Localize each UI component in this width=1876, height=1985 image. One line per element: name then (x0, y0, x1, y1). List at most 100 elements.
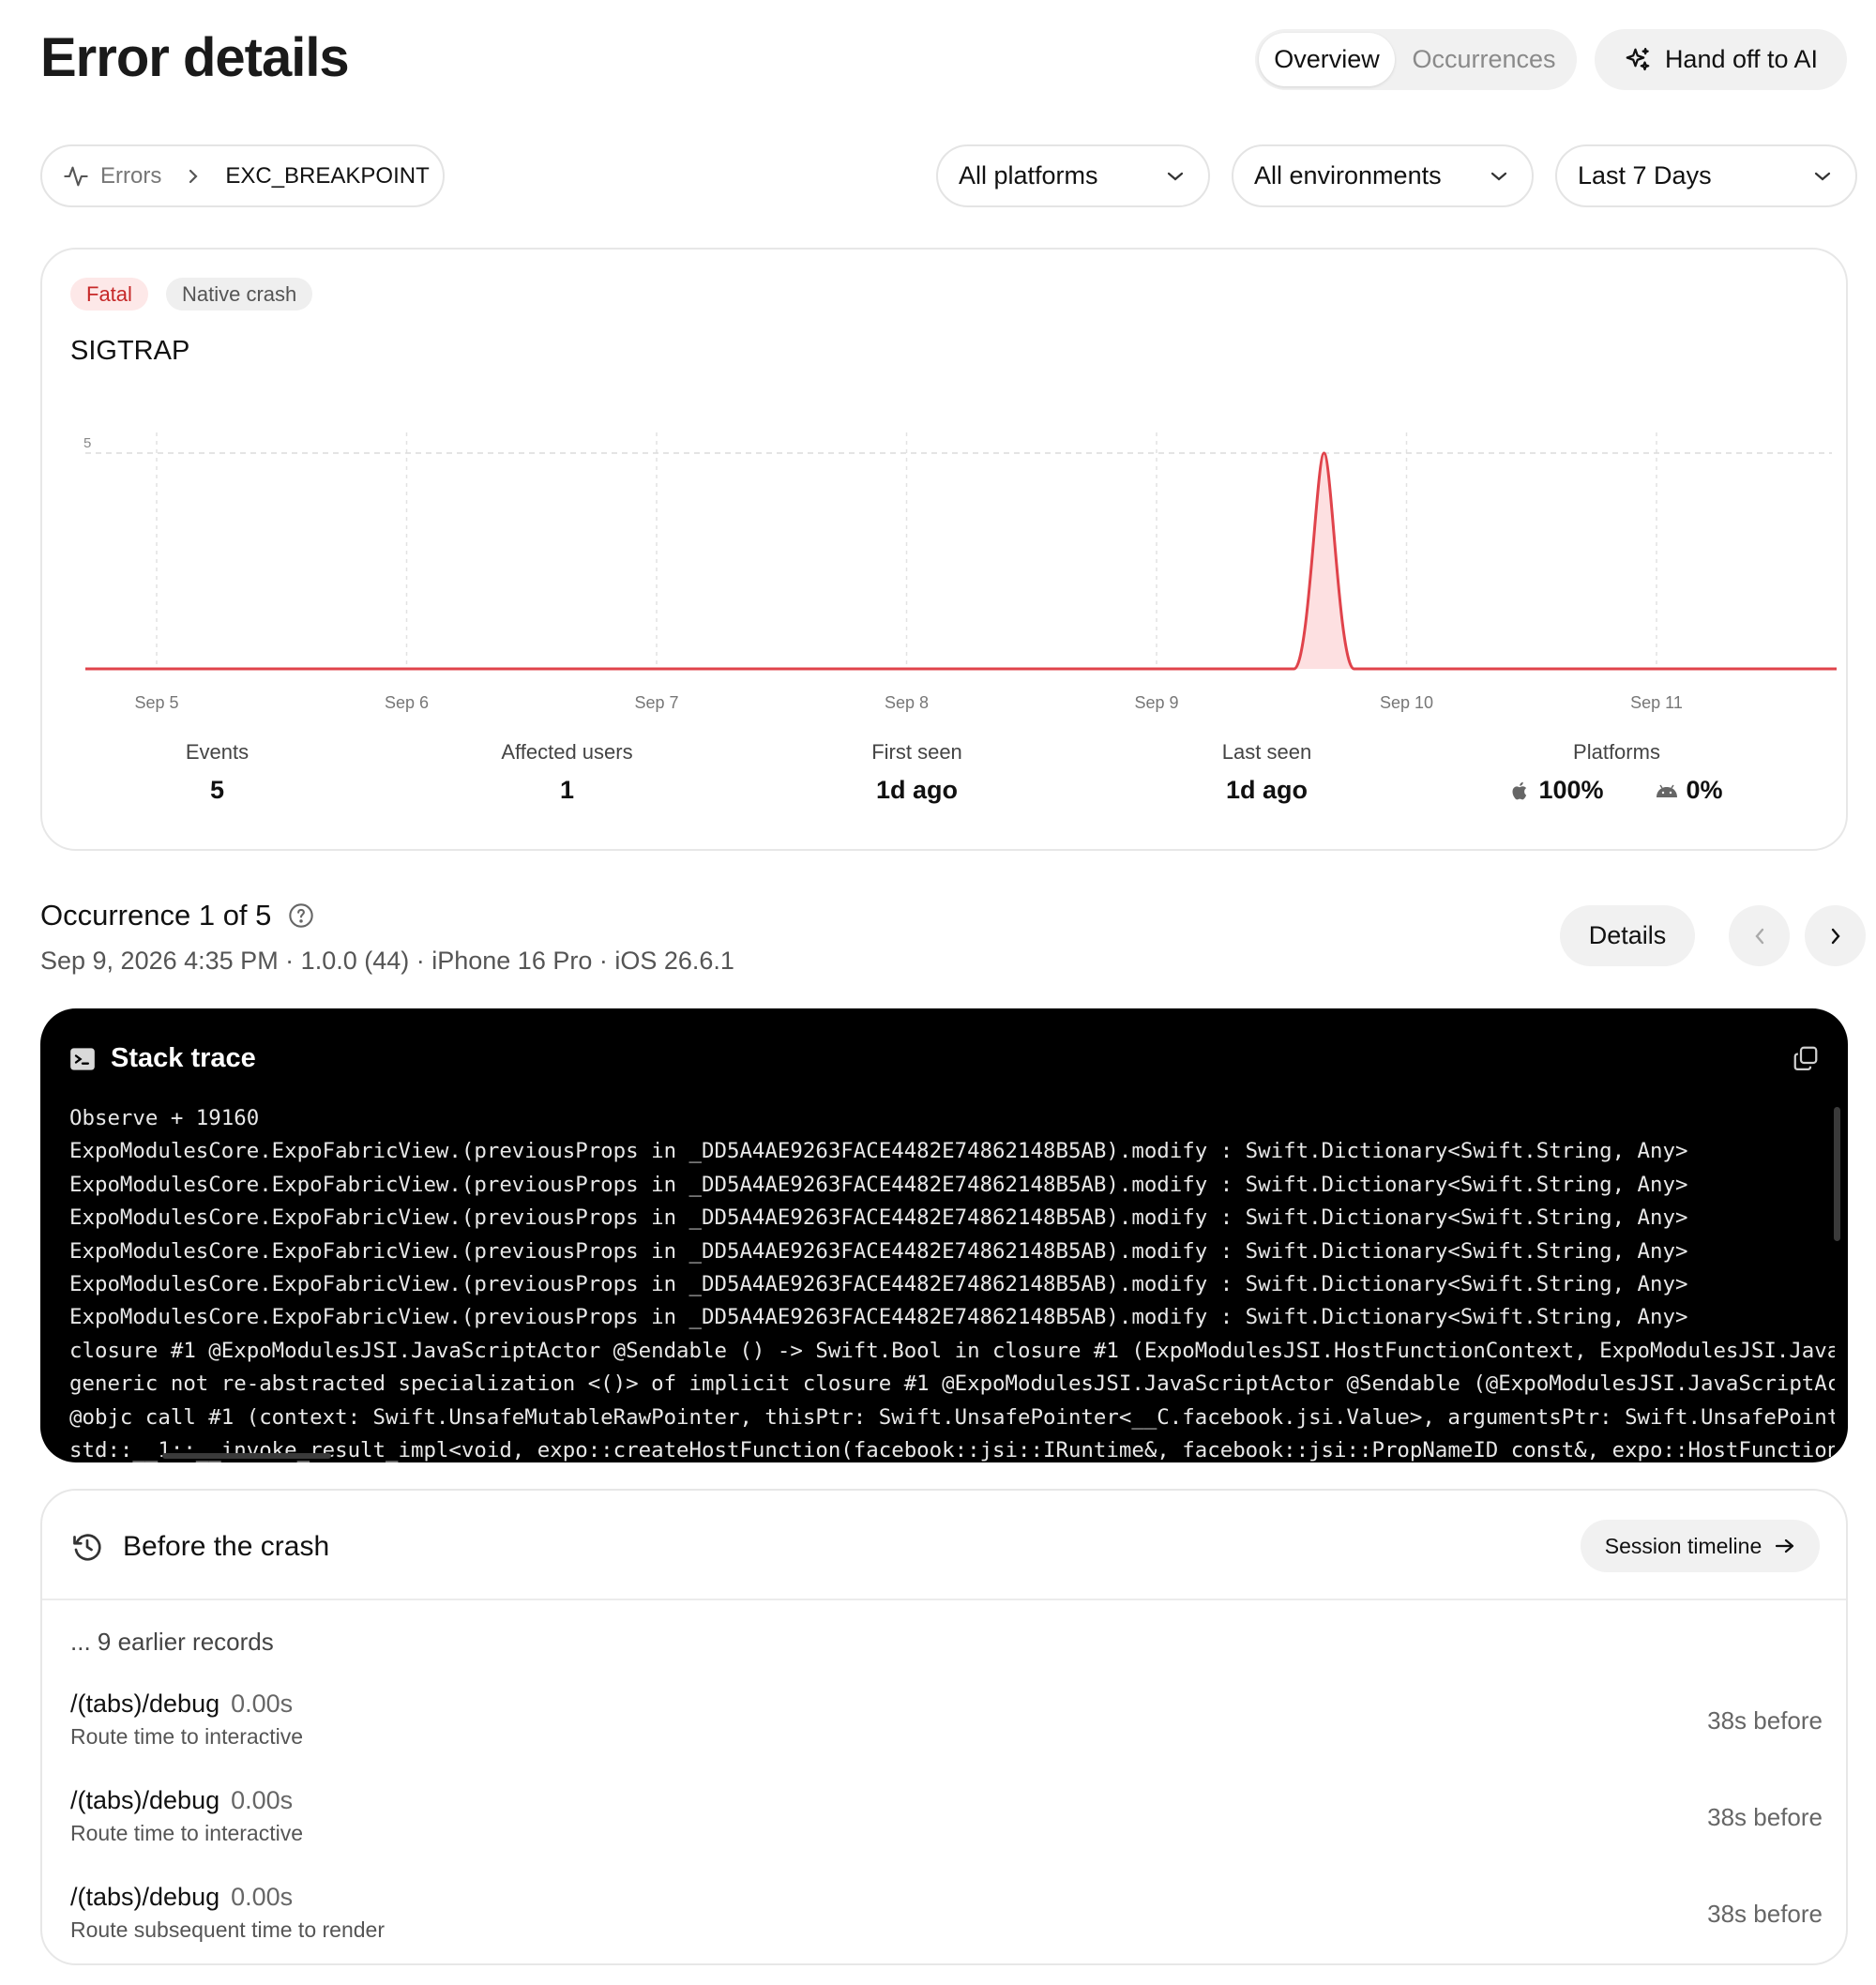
stack-frame-line: ExpoModulesCore.ExpoFabricView.(previous… (69, 1205, 1688, 1231)
x-tick-label: Sep 11 (1630, 693, 1683, 712)
copy-button[interactable] (1792, 1044, 1820, 1077)
vertical-scrollbar[interactable] (1834, 1107, 1840, 1241)
record-route: /(tabs)/debug (70, 1883, 220, 1911)
stack-frame-line: ExpoModulesCore.ExpoFabricView.(previous… (69, 1272, 1688, 1297)
sparkles-icon (1626, 47, 1650, 70)
stack-frame-line: closure #1 @ExpoModulesJSI.JavaScriptAct… (69, 1338, 1835, 1363)
chevron-left-icon (1754, 928, 1763, 944)
record-route: /(tabs)/debug (70, 1690, 220, 1718)
environment-select[interactable]: All environments (1232, 144, 1534, 207)
list-item[interactable]: /(tabs)/debug 0.00s Route time to interac… (70, 1786, 1823, 1846)
record-description: Route subsequent time to render (70, 1917, 385, 1942)
stat-last-seen: Last seen 1d ago (1092, 740, 1442, 805)
copy-icon (1793, 1046, 1818, 1070)
view-tabs: Overview Occurrences (1255, 29, 1577, 90)
page-title: Error details (40, 27, 350, 88)
platform-select-value: All platforms (959, 161, 1098, 189)
stat-label: Affected users (501, 740, 633, 764)
chevron-right-icon (1831, 928, 1840, 944)
occurrence-title-text: Occurrence 1 of 5 (40, 899, 272, 932)
platform-breakdown: 100% 0% (1442, 776, 1792, 805)
events-chart: Sep 5 Sep 6 Sep 7 Sep 8 Sep 9 Sep 10 Sep 11 5 (83, 432, 1837, 712)
list-item[interactable]: /(tabs)/debug 0.00s Route time to interac… (70, 1690, 1823, 1750)
before-crash-card: Before the crash Session timeline ... 9 … (40, 1489, 1848, 1965)
stack-frame-line: generic not re-abstracted specialization… (69, 1371, 1835, 1397)
x-tick-label: Sep 8 (885, 693, 929, 712)
stack-frame-line: ExpoModulesCore.ExpoFabricView.(previous… (69, 1139, 1688, 1164)
activity-icon (64, 166, 88, 186)
series-area (85, 453, 1837, 669)
stack-frame-line: std::__1::__invoke_result_impl<void, exp… (69, 1438, 1835, 1462)
next-occurrence-button[interactable] (1805, 905, 1866, 966)
x-tick-label: Sep 9 (1134, 693, 1178, 712)
tab-overview[interactable]: Overview (1259, 33, 1395, 86)
apple-icon (1512, 781, 1527, 799)
before-crash-title: Before the crash (70, 1530, 329, 1564)
breadcrumb-errors-link[interactable]: Errors (100, 163, 161, 189)
hand-off-to-ai-label: Hand off to AI (1664, 45, 1819, 73)
earlier-records-link[interactable]: ... 9 earlier records (70, 1628, 274, 1657)
before-crash-title-text: Before the crash (123, 1531, 330, 1562)
occurrence-title: Occurrence 1 of 5 (40, 899, 314, 932)
stat-label: Last seen (1221, 740, 1312, 764)
help-icon[interactable] (288, 902, 314, 929)
platform-select[interactable]: All platforms (936, 144, 1210, 207)
platform-ios-value: 100% (1538, 776, 1604, 804)
environment-select-value: All environments (1254, 161, 1442, 189)
x-tick-label: Sep 6 (385, 693, 429, 712)
stat-value: 1d ago (1225, 776, 1308, 804)
stack-trace-panel: Stack trace Observe + 19160 ExpoModulesCo… (40, 1008, 1848, 1462)
before-crash-header: Before the crash Session timeline (42, 1491, 1846, 1600)
platform-android-value: 0% (1686, 776, 1723, 804)
stats-row: Events 5 Affected users 1 First seen 1d … (42, 740, 1846, 805)
chevron-right-icon (186, 167, 201, 186)
date-range-select-value: Last 7 Days (1578, 161, 1712, 189)
history-icon (73, 1534, 101, 1561)
chevron-down-icon (1490, 172, 1507, 180)
chevron-down-icon (1167, 172, 1184, 180)
record-time: 38s before (1707, 1803, 1823, 1831)
error-summary-card: Fatal Native crash SIGTRAP Sep 5 Sep 6 Sep… (40, 248, 1848, 851)
list-item[interactable]: /(tabs)/debug 0.00s Route subsequent time… (70, 1883, 1823, 1943)
stat-value: 5 (209, 776, 225, 804)
details-button[interactable]: Details (1560, 905, 1695, 966)
horizontal-scrollbar[interactable] (162, 1453, 331, 1459)
session-timeline-label: Session timeline (1604, 1533, 1763, 1558)
breadcrumb: Errors EXC_BREAKPOINT (40, 144, 445, 207)
previous-occurrence-button[interactable] (1729, 905, 1790, 966)
stat-label: Platforms (1573, 740, 1660, 764)
stack-frame-line: @objc call #1 (context: Swift.UnsafeMuta… (69, 1404, 1835, 1430)
session-timeline-button[interactable]: Session timeline (1581, 1520, 1820, 1572)
tab-occurrences[interactable]: Occurrences (1395, 33, 1573, 86)
stack-trace-header: Stack trace (69, 1043, 256, 1074)
date-range-select[interactable]: Last 7 Days (1555, 144, 1857, 207)
stack-frame-line: ExpoModulesCore.ExpoFabricView.(previous… (69, 1238, 1688, 1264)
x-tick-label: Sep 10 (1380, 693, 1433, 712)
platform-android: 0% (1655, 776, 1723, 805)
record-route: /(tabs)/debug (70, 1786, 220, 1814)
stat-value: 1d ago (875, 776, 958, 804)
record-time: 38s before (1707, 1706, 1823, 1735)
record-duration: 0.00s (231, 1883, 294, 1911)
x-tick-label: Sep 7 (634, 693, 678, 712)
stat-label: First seen (871, 740, 962, 764)
breadcrumb-current: EXC_BREAKPOINT (225, 162, 430, 189)
chevron-down-icon (1814, 172, 1831, 180)
terminal-icon (70, 1047, 95, 1070)
stack-frame-line: Observe + 19160 (69, 1106, 260, 1130)
stack-trace-title: Stack trace (111, 1043, 256, 1073)
stat-events: Events 5 (42, 740, 392, 805)
stack-frame-line: ExpoModulesCore.ExpoFabricView.(previous… (69, 1172, 1688, 1197)
record-description: Route time to interactive (70, 1821, 304, 1845)
stat-label: Events (185, 740, 250, 764)
record-time: 38s before (1707, 1900, 1823, 1928)
stat-value: 1 (559, 776, 575, 804)
stack-frame-line: ExpoModulesCore.ExpoFabricView.(previous… (69, 1305, 1688, 1330)
hand-off-to-ai-button[interactable]: Hand off to AI (1595, 29, 1847, 90)
platform-ios: 100% (1510, 776, 1604, 805)
series-line (85, 451, 1837, 671)
stat-platforms: Platforms 100% 0% (1442, 740, 1792, 805)
occurrence-meta: Sep 9, 2026 4:35 PM · 1.0.0 (44) · iPhon… (40, 947, 734, 975)
y-tick-label: 5 (83, 435, 91, 451)
record-duration: 0.00s (231, 1690, 294, 1718)
